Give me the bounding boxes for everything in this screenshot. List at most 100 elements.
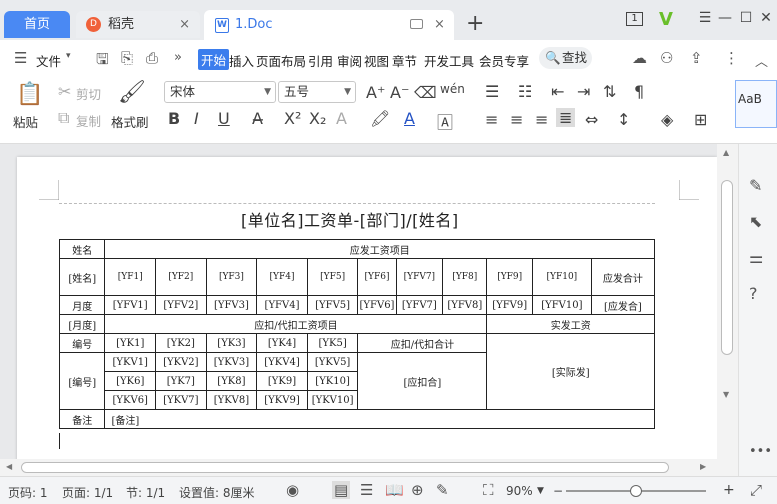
line-spacing-icon[interactable]: ↕ [617, 110, 630, 129]
menu-chapter[interactable]: 章节 [392, 51, 417, 70]
scroll-up-icon[interactable]: ▲ [723, 148, 729, 157]
horizontal-scrollbar[interactable]: ◀ ▶ [0, 459, 738, 476]
monitor-icon[interactable] [410, 19, 423, 29]
align-center-icon[interactable]: ≡ [510, 110, 523, 129]
table-cell[interactable]: [YF3] [205, 258, 258, 296]
scroll-left-icon[interactable]: ◀ [6, 462, 12, 471]
grow-font-icon[interactable]: A⁺ [366, 83, 385, 102]
window-count-badge[interactable]: 1 [626, 12, 643, 26]
table-cell[interactable]: 编号 [58, 333, 106, 353]
font-name-select[interactable]: 宋体 ▼ [164, 81, 276, 103]
zoom-out-button[interactable]: − [553, 484, 563, 498]
share-icon[interactable]: ⇪ [690, 49, 703, 67]
menu-developer[interactable]: 开发工具 [424, 51, 474, 70]
table-cell[interactable]: [YF1] [104, 258, 157, 296]
collapse-ribbon-icon[interactable]: ︿ [755, 51, 768, 70]
table-cell[interactable]: [YFV6] [357, 295, 397, 315]
table-cell[interactable]: 备注 [58, 409, 106, 429]
zoom-slider[interactable] [566, 485, 706, 497]
table-cell[interactable]: [应扣合] [357, 352, 488, 410]
align-left-icon[interactable]: ≡ [485, 110, 498, 129]
table-cell[interactable]: [YK4] [256, 333, 308, 353]
close-tab-document-icon[interactable]: × [434, 10, 445, 40]
fullscreen-icon[interactable]: ⤢ [750, 481, 762, 499]
table-cell[interactable]: [YK8] [205, 371, 258, 391]
cloud-sync-icon[interactable]: ☁ [632, 49, 647, 67]
wage-table[interactable]: 姓名 应发工资项目 [姓名] [YF1] [YF2] [YF3] [YF4] [… [58, 239, 656, 429]
horizontal-scroll-thumb[interactable] [21, 462, 669, 473]
zoom-dropdown-icon[interactable]: ▼ [537, 486, 544, 496]
table-cell[interactable]: [备注] [104, 409, 655, 429]
table-cell[interactable]: [YK9] [256, 371, 308, 391]
justify-icon[interactable]: ≣ [556, 108, 576, 127]
format-painter-button[interactable]: 格式刷 [111, 112, 149, 131]
select-pointer-icon[interactable]: ⬉ [749, 212, 762, 231]
zoom-in-button[interactable]: + [723, 482, 735, 498]
menu-references[interactable]: 引用 [308, 51, 333, 70]
table-cell[interactable]: [YK2] [155, 333, 207, 353]
distribute-icon[interactable]: ⇔ [585, 110, 598, 129]
borders-icon[interactable]: ⊞ [694, 110, 707, 129]
table-cell[interactable]: 月度 [58, 295, 106, 315]
zoom-level[interactable]: 90% [506, 484, 533, 498]
print-icon[interactable]: ⎙ [146, 49, 158, 67]
table-cell[interactable]: [YK1] [104, 333, 157, 353]
clear-format-icon[interactable]: ⌫ [414, 83, 437, 102]
table-cell[interactable]: [YFV9] [486, 295, 533, 315]
table-cell[interactable]: [YF6] [357, 258, 397, 296]
subscript-icon[interactable]: X₂ [309, 109, 326, 128]
close-tab-daoke-icon[interactable]: × [179, 11, 190, 38]
scroll-down-icon[interactable]: ▼ [723, 390, 729, 399]
table-cell[interactable]: [YF8] [442, 258, 488, 296]
table-cell[interactable]: [YK5] [306, 333, 359, 353]
menu-icon[interactable]: ☰ [695, 10, 715, 26]
menu-insert[interactable]: 插入 [229, 51, 254, 70]
fit-page-icon[interactable]: ⛶ [483, 481, 494, 499]
bold-icon[interactable]: B [168, 109, 180, 128]
table-cell[interactable]: [YFV2] [155, 295, 207, 315]
table-cell[interactable]: 姓名 [58, 239, 106, 259]
paste-icon[interactable]: 📋 [16, 82, 43, 107]
show-marks-icon[interactable]: ¶ [634, 82, 644, 101]
table-cell[interactable]: 应扣/代扣合计 [357, 333, 488, 353]
table-cell[interactable]: [YFV8] [442, 295, 488, 315]
shading-icon[interactable]: ◈ [661, 110, 673, 129]
table-cell[interactable]: [YKV2] [155, 352, 207, 372]
cut-button[interactable]: 剪切 [76, 84, 101, 103]
menu-file[interactable]: 文件 [36, 51, 61, 70]
table-cell[interactable]: [实际发] [486, 333, 655, 410]
export-pdf-icon[interactable]: ⎘ [121, 49, 133, 67]
page-view-icon[interactable]: ▤ [332, 481, 351, 499]
edit-pen-icon[interactable]: ✎ [749, 176, 762, 195]
paste-button[interactable]: 粘贴 [13, 112, 38, 131]
table-cell[interactable]: [YKV8] [205, 390, 258, 410]
vertical-scrollbar[interactable]: ▲ ▼ [717, 144, 738, 464]
more-options-icon[interactable]: ⋮ [724, 49, 739, 67]
table-cell[interactable]: [YKV10] [306, 390, 359, 410]
table-cell[interactable]: [YKV6] [104, 390, 157, 410]
table-cell[interactable]: 应扣/代扣工资项目 [104, 314, 488, 334]
write-view-icon[interactable]: ✎ [436, 481, 449, 499]
superscript-icon[interactable]: X² [284, 109, 301, 128]
menu-start[interactable]: 开始 [198, 49, 230, 70]
table-cell[interactable]: [YK10] [306, 371, 359, 391]
reading-view-icon[interactable]: 📖 [385, 481, 404, 499]
italic-icon[interactable]: I [194, 109, 199, 128]
table-cell[interactable]: [YKV9] [256, 390, 308, 410]
font-size-select[interactable]: 五号 ▼ [278, 81, 356, 103]
menu-page-layout[interactable]: 页面布局 [256, 51, 306, 70]
menu-review[interactable]: 审阅 [337, 51, 362, 70]
numbered-list-icon[interactable]: ☷ [518, 82, 532, 101]
table-cell[interactable]: [YFV5] [306, 295, 359, 315]
save-icon[interactable]: 🖫 [96, 49, 109, 74]
table-cell[interactable]: [YF5] [306, 258, 359, 296]
table-cell[interactable]: [YK7] [155, 371, 207, 391]
font-color-icon[interactable]: A [404, 109, 415, 128]
table-cell[interactable]: [YF9] [486, 258, 533, 296]
adjust-icon[interactable]: ⚌ [749, 248, 763, 267]
search-button[interactable]: 🔍 查找 [539, 47, 592, 69]
copy-button[interactable]: 复制 [76, 111, 101, 130]
menu-member[interactable]: 会员专享 [479, 51, 529, 70]
align-right-icon[interactable]: ≡ [535, 110, 548, 129]
format-painter-icon[interactable]: 🖌 [118, 80, 146, 105]
